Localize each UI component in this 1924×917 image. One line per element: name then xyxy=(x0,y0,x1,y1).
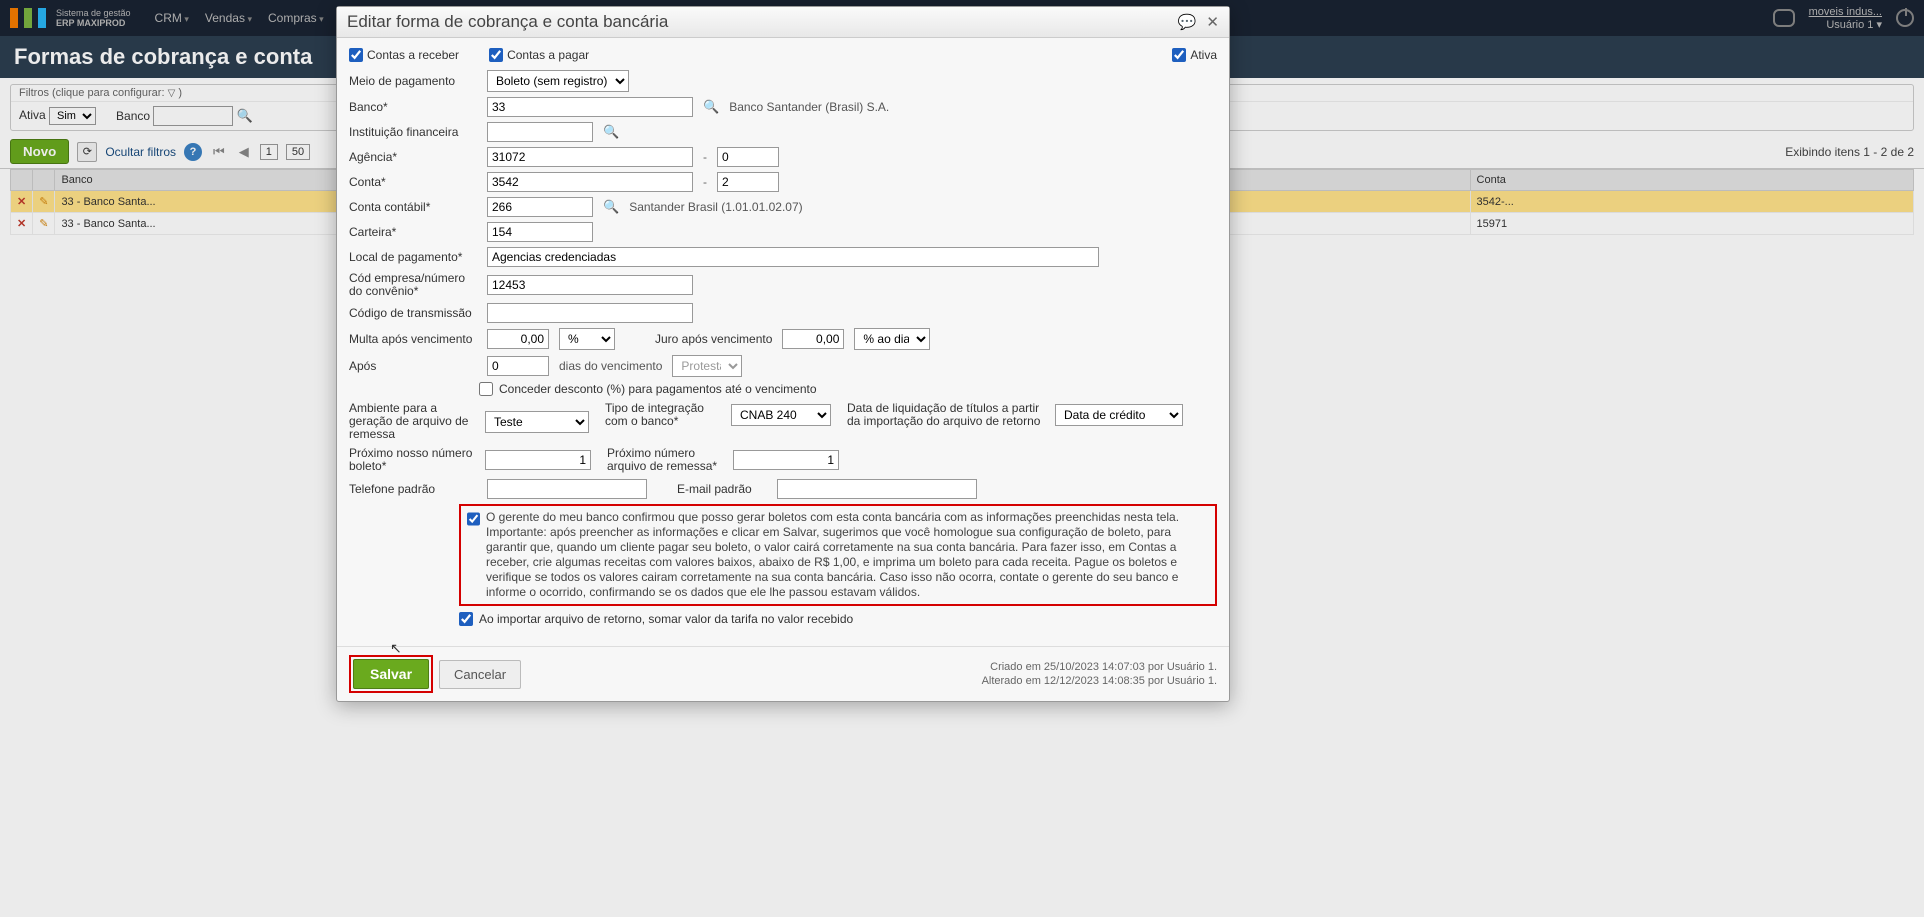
email-label: E-mail padrão xyxy=(677,482,767,496)
salvar-highlight: Salvar xyxy=(349,655,433,693)
conta-dv-input[interactable] xyxy=(717,172,779,192)
salvar-button[interactable]: Salvar xyxy=(353,659,429,689)
search-icon[interactable]: 🔍 xyxy=(603,199,619,215)
banco-label: Banco* xyxy=(349,100,477,114)
data-liquidacao-label: Data de liquidação de títulos a partir d… xyxy=(847,402,1047,428)
tipo-integracao-select[interactable]: CNAB 240 xyxy=(731,404,831,426)
conta-contabil-desc: Santander Brasil (1.01.01.02.07) xyxy=(629,200,802,214)
gerente-confirmation-box: O gerente do meu banco confirmou que pos… xyxy=(459,504,1217,606)
meio-pagamento-select[interactable]: Boleto (sem registro) xyxy=(487,70,629,92)
cancelar-button[interactable]: Cancelar xyxy=(439,660,521,689)
banco-input[interactable] xyxy=(487,97,693,117)
conta-label: Conta* xyxy=(349,175,477,189)
multa-label: Multa após vencimento xyxy=(349,332,477,346)
ambiente-label: Ambiente para a geração de arquivo de re… xyxy=(349,402,477,441)
contas-pagar-check[interactable]: Contas a pagar xyxy=(489,48,589,62)
apos-desc: dias do vencimento xyxy=(559,359,662,373)
cod-empresa-label: Cód empresa/número do convênio* xyxy=(349,272,477,298)
local-pagamento-label: Local de pagamento* xyxy=(349,250,477,264)
telefone-input[interactable] xyxy=(487,479,647,499)
apos-label: Após xyxy=(349,359,477,373)
search-icon[interactable]: 🔍 xyxy=(703,99,719,115)
cod-transmissao-input[interactable] xyxy=(487,303,693,323)
agencia-input[interactable] xyxy=(487,147,693,167)
multa-input[interactable] xyxy=(487,329,549,349)
cod-empresa-input[interactable] xyxy=(487,275,693,295)
multa-unit-select[interactable]: % xyxy=(559,328,615,350)
desconto-check[interactable] xyxy=(479,382,493,396)
ambiente-select[interactable]: Teste xyxy=(485,411,589,433)
cod-transmissao-label: Código de transmissão xyxy=(349,306,477,320)
apos-input[interactable] xyxy=(487,356,549,376)
comment-icon[interactable]: 💬 xyxy=(1178,13,1197,31)
conta-input[interactable] xyxy=(487,172,693,192)
close-icon[interactable]: ✕ xyxy=(1206,13,1219,31)
prox-nosso-input[interactable] xyxy=(485,450,591,470)
telefone-label: Telefone padrão xyxy=(349,482,477,496)
ativa-check[interactable]: Ativa xyxy=(1172,48,1217,62)
banco-desc: Banco Santander (Brasil) S.A. xyxy=(729,100,889,114)
agencia-label: Agência* xyxy=(349,150,477,164)
prox-nosso-label: Próximo nosso número boleto* xyxy=(349,447,477,473)
tipo-integracao-label: Tipo de integração com o banco* xyxy=(605,402,723,428)
juro-input[interactable] xyxy=(782,329,844,349)
importar-check[interactable] xyxy=(459,612,473,626)
instituicao-label: Instituição financeira xyxy=(349,125,477,139)
search-icon[interactable]: 🔍 xyxy=(603,124,619,140)
meio-pagamento-label: Meio de pagamento xyxy=(349,74,477,88)
carteira-label: Carteira* xyxy=(349,225,477,239)
modal-header: Editar forma de cobrança e conta bancári… xyxy=(337,7,1229,38)
juro-unit-select[interactable]: % ao dia xyxy=(854,328,930,350)
juro-label: Juro após vencimento xyxy=(655,332,772,346)
conta-contabil-input[interactable] xyxy=(487,197,593,217)
contas-receber-check[interactable]: Contas a receber xyxy=(349,48,459,62)
conta-contabil-label: Conta contábil* xyxy=(349,200,477,214)
prox-arquivo-input[interactable] xyxy=(733,450,839,470)
modal-title: Editar forma de cobrança e conta bancári… xyxy=(347,12,668,32)
protestar-select[interactable]: Protestar xyxy=(672,355,742,377)
carteira-input[interactable] xyxy=(487,222,593,242)
importar-label: Ao importar arquivo de retorno, somar va… xyxy=(479,612,853,626)
local-pagamento-input[interactable] xyxy=(487,247,1099,267)
audit-info: Criado em 25/10/2023 14:07:03 por Usuári… xyxy=(982,660,1217,688)
prox-arquivo-label: Próximo número arquivo de remessa* xyxy=(607,447,725,473)
desconto-label: Conceder desconto (%) para pagamentos at… xyxy=(499,382,817,396)
gerente-text: O gerente do meu banco confirmou que pos… xyxy=(486,510,1209,600)
gerente-check[interactable] xyxy=(467,512,480,526)
data-liquidacao-select[interactable]: Data de crédito xyxy=(1055,404,1183,426)
edit-modal: Editar forma de cobrança e conta bancári… xyxy=(336,6,1230,702)
modal-footer: Salvar Cancelar Criado em 25/10/2023 14:… xyxy=(337,646,1229,701)
agencia-dv-input[interactable] xyxy=(717,147,779,167)
instituicao-input[interactable] xyxy=(487,122,593,142)
email-input[interactable] xyxy=(777,479,977,499)
